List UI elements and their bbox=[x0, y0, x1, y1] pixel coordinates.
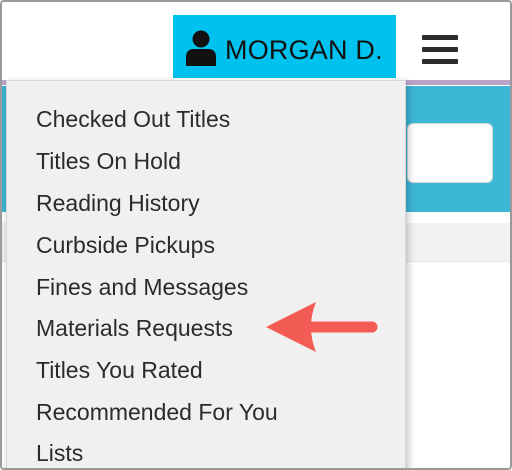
account-menu-button[interactable]: MORGAN D. bbox=[173, 15, 396, 78]
user-icon bbox=[186, 30, 216, 66]
arrow-left-icon bbox=[266, 302, 378, 352]
menu-item-recommended-for-you[interactable]: Recommended For You bbox=[36, 398, 278, 426]
menu-item-curbside-pickups[interactable]: Curbside Pickups bbox=[36, 231, 215, 259]
menu-item-lists[interactable]: Lists bbox=[36, 439, 83, 467]
account-user-name: MORGAN D. bbox=[225, 35, 383, 65]
hamburger-icon[interactable] bbox=[422, 33, 460, 67]
menu-item-fines-and-messages[interactable]: Fines and Messages bbox=[36, 273, 248, 301]
menu-item-reading-history[interactable]: Reading History bbox=[36, 189, 200, 217]
account-dropdown-menu: Checked Out Titles Titles On Hold Readin… bbox=[6, 80, 406, 468]
screenshot-frame: MORGAN D. Checked Out Titles Titles On H… bbox=[0, 0, 512, 470]
menu-item-titles-on-hold[interactable]: Titles On Hold bbox=[36, 147, 181, 175]
search-box[interactable] bbox=[407, 123, 493, 183]
menu-item-materials-requests[interactable]: Materials Requests bbox=[36, 314, 233, 342]
menu-item-checked-out-titles[interactable]: Checked Out Titles bbox=[36, 105, 230, 133]
menu-item-titles-you-rated[interactable]: Titles You Rated bbox=[36, 356, 203, 384]
